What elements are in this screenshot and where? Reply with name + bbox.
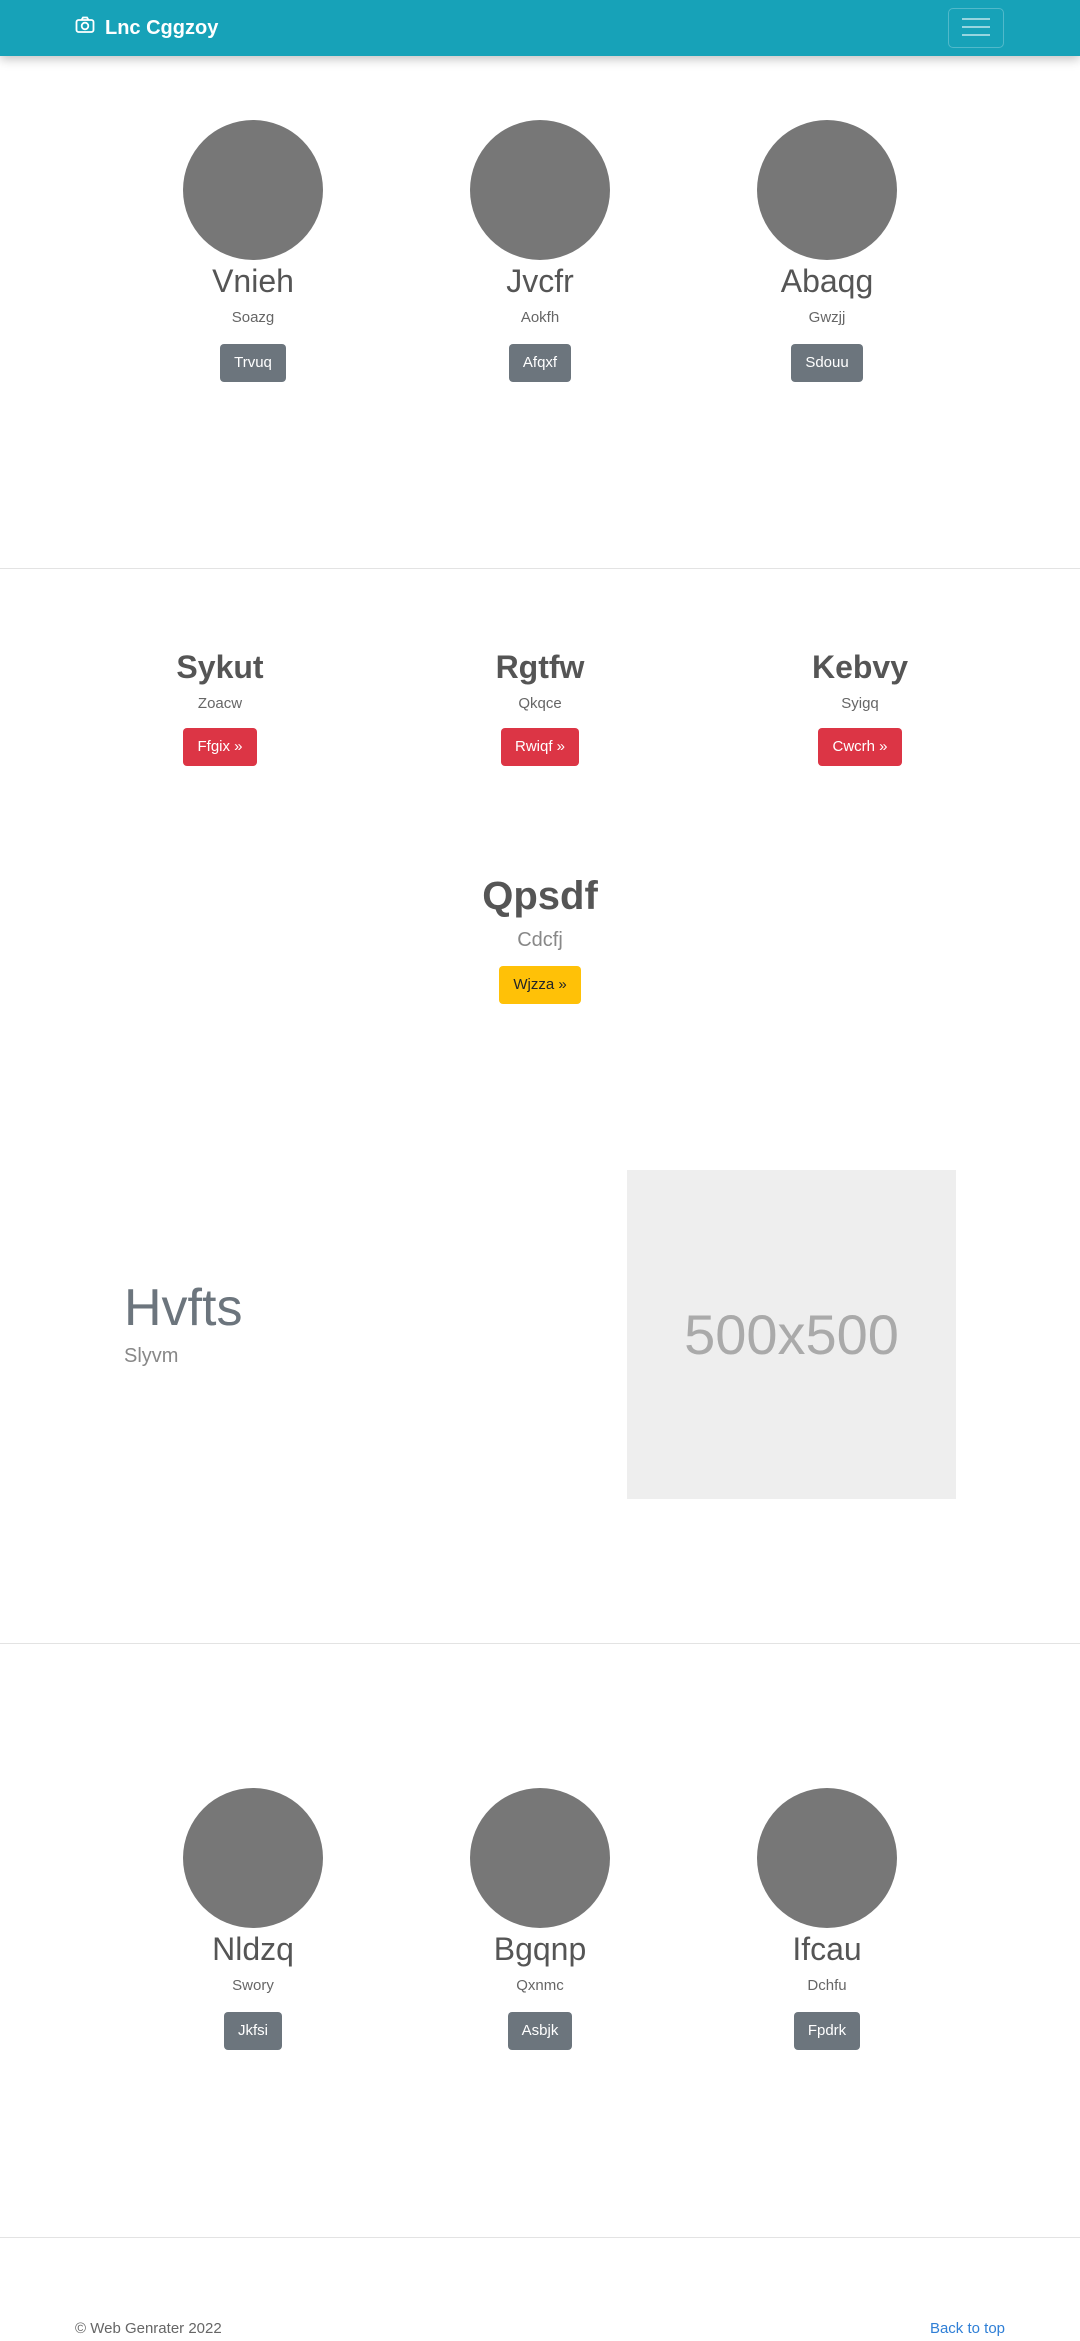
member-name: Bgqnp — [493, 1931, 587, 1967]
member-role: Gwzjj — [808, 309, 846, 327]
heading-button[interactable]: Ffgix » — [183, 728, 257, 767]
heading-card: Kebvy Syigq Cwcrh » — [710, 648, 1010, 767]
member-name: Abaqg — [780, 263, 874, 299]
section-divider — [0, 2237, 1080, 2238]
hamburger-menu-icon — [962, 16, 990, 41]
team-card: Vnieh Soazg Trvuq — [103, 120, 403, 383]
member-role: Qxnmc — [516, 1977, 564, 1995]
heading-card: Rgtfw Qkqce Rwiqf » — [390, 648, 690, 767]
image-placeholder-label: 500x500 — [684, 1303, 899, 1366]
team-card: Nldzq Swory Jkfsi — [103, 1788, 403, 2051]
avatar-placeholder — [470, 120, 610, 260]
heading-subtitle: Zoacw — [197, 695, 243, 713]
brand-link[interactable]: Lnc Cggzoy — [75, 0, 218, 56]
heading-subtitle: Qkqce — [518, 695, 562, 713]
member-name: Vnieh — [212, 263, 294, 299]
heading-title: Rgtfw — [495, 649, 585, 685]
heading-button[interactable]: Rwiqf » — [500, 728, 580, 767]
member-button[interactable]: Jkfsi — [224, 2012, 282, 2051]
section-divider — [0, 1643, 1080, 1644]
heading-subtitle: Syigq — [841, 695, 879, 713]
member-name: Nldzq — [212, 1931, 294, 1967]
member-button[interactable]: Fpdrk — [793, 2012, 861, 2051]
member-role: Dchfu — [807, 1977, 847, 1995]
member-role: Swory — [232, 1977, 274, 1995]
member-button[interactable]: Trvuq — [220, 344, 286, 383]
team-card: Abaqg Gwzjj Sdouu — [677, 120, 977, 383]
section-divider — [0, 568, 1080, 569]
footer-copyright: © Web Genrater 2022 — [75, 2320, 222, 2337]
heading-card: Sykut Zoacw Ffgix » — [70, 648, 370, 767]
team-card: Bgqnp Qxnmc Asbjk — [390, 1788, 690, 2051]
feature-title: Qpsdf — [482, 874, 598, 918]
camera-icon — [75, 16, 105, 40]
navbar: Lnc Cggzoy — [0, 0, 1080, 56]
heading-title: Sykut — [176, 649, 264, 685]
member-role: Aokfh — [520, 309, 560, 327]
member-button[interactable]: Sdouu — [791, 344, 863, 383]
feature-button[interactable]: Wjzza » — [499, 966, 581, 1004]
team-card: Ifcau Dchfu Fpdrk — [677, 1788, 977, 2051]
hero-subtitle: Slyvm — [124, 1345, 179, 1367]
member-button[interactable]: Asbjk — [507, 2012, 573, 2051]
heading-button[interactable]: Cwcrh » — [818, 728, 902, 767]
member-name: Jvcfr — [506, 263, 574, 299]
member-button[interactable]: Afqxf — [508, 344, 572, 383]
avatar-placeholder — [470, 1788, 610, 1928]
feature-block: Qpsdf Cdcfj Wjzza » — [240, 872, 840, 1004]
hero-title: Hvfts — [124, 1279, 243, 1337]
brand-name: Lnc Cggzoy — [105, 16, 219, 39]
avatar-placeholder — [183, 120, 323, 260]
feature-subtitle: Cdcfj — [517, 929, 563, 951]
avatar-placeholder — [757, 120, 897, 260]
menu-toggle-button[interactable] — [948, 8, 1004, 48]
avatar-placeholder — [183, 1788, 323, 1928]
back-to-top-link[interactable]: Back to top — [930, 2320, 1005, 2337]
team-card: Jvcfr Aokfh Afqxf — [390, 120, 690, 383]
member-name: Ifcau — [792, 1931, 862, 1967]
member-role: Soazg — [231, 309, 275, 327]
heading-title: Kebvy — [811, 649, 909, 685]
avatar-placeholder — [757, 1788, 897, 1928]
image-placeholder: 500x500 — [627, 1170, 956, 1499]
